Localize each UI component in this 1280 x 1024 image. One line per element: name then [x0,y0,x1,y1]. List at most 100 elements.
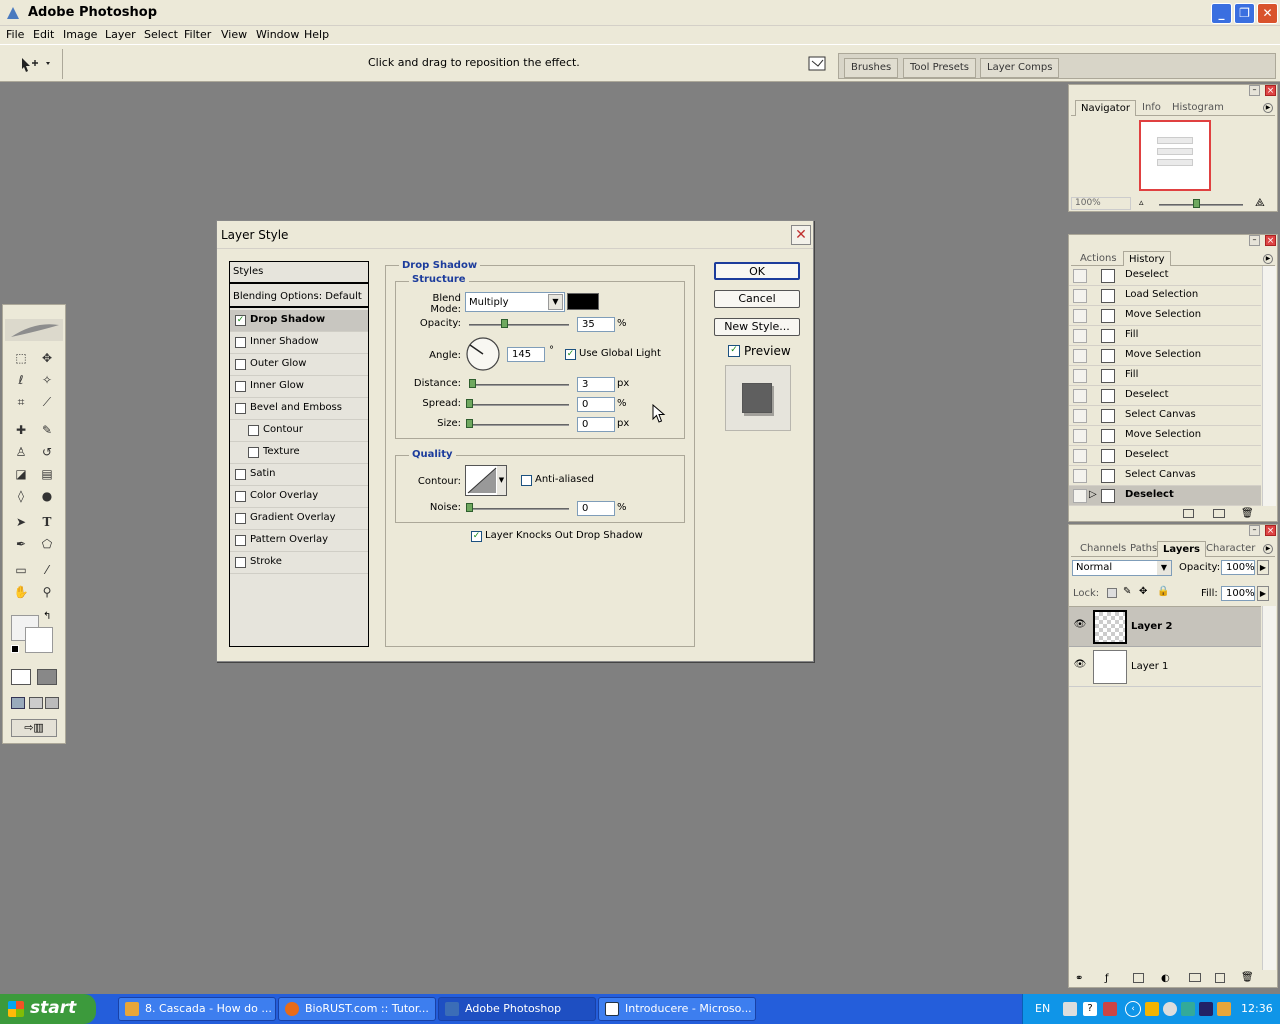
zoom-out-icon[interactable]: ▵ [1139,198,1144,208]
style-item-inner-glow[interactable]: Inner Glow [230,376,368,398]
start-button[interactable]: start [0,994,96,1024]
new-layer-icon[interactable] [1215,973,1225,983]
close-window-button[interactable]: ✕ [1257,3,1278,24]
healing-brush-tool-icon[interactable]: ✚ [11,421,31,439]
history-item[interactable]: Fill [1069,326,1261,346]
spread-slider-thumb[interactable] [466,399,473,408]
well-tab-layer-comps[interactable]: Layer Comps [980,58,1060,78]
standard-mode-icon[interactable] [11,669,31,685]
preview-checkbox[interactable]: ✓ [728,345,740,357]
full-screen-menu-mode-icon[interactable] [29,697,43,709]
menu-edit[interactable]: Edit [33,28,54,41]
styles-header[interactable]: Styles [230,262,368,284]
contour-dropdown-icon[interactable]: ▼ [497,466,506,495]
lasso-tool-icon[interactable]: ℓ [11,371,31,389]
background-color-swatch[interactable] [25,627,53,653]
blending-options-item[interactable]: Blending Options: Default [230,286,368,308]
gradient-overlay-checkbox[interactable] [235,513,246,524]
tab-history[interactable]: History [1123,251,1171,267]
layer-fill-field[interactable]: 100% [1221,586,1255,601]
opacity-field[interactable]: 35 [577,317,615,332]
panel-minimize-icon[interactable]: – [1249,525,1260,536]
well-tab-brushes[interactable]: Brushes [844,58,899,78]
menu-select[interactable]: Select [144,28,178,41]
pattern-overlay-checkbox[interactable] [235,535,246,546]
style-item-contour[interactable]: Contour [230,420,368,442]
eye-icon[interactable]: 👁 [1073,619,1087,633]
panel-close-icon[interactable]: × [1265,235,1276,246]
size-slider[interactable] [469,424,569,426]
tab-channels[interactable]: Channels [1075,541,1131,557]
style-item-drop-shadow[interactable]: ✓ Drop Shadow [230,310,368,332]
inner-glow-checkbox[interactable] [235,381,246,392]
tab-navigator[interactable]: Navigator [1075,100,1136,116]
hand-tool-icon[interactable]: ✋ [11,583,31,601]
blend-mode-select[interactable]: Normal ▼ [1072,560,1172,576]
history-item[interactable]: Load Selection [1069,286,1261,306]
zoom-in-icon[interactable]: ⟁ [1255,196,1265,210]
tray-icon[interactable] [1163,1002,1177,1016]
panel-menu-icon[interactable]: ▶ [1263,103,1273,113]
brush-tool-icon[interactable]: ✎ [37,421,57,439]
ok-button[interactable]: OK [714,262,800,280]
stroke-checkbox[interactable] [235,557,246,568]
navigator-zoom-slider[interactable] [1159,204,1243,206]
move-tool-icon[interactable]: ✥ [37,349,57,367]
style-item-color-overlay[interactable]: Color Overlay [230,486,368,508]
adjustment-layer-icon[interactable]: ◐ [1161,973,1170,984]
tray-icon[interactable] [1145,1002,1159,1016]
language-indicator[interactable]: EN [1035,1002,1050,1015]
slice-tool-icon[interactable]: ⟋ [37,393,57,411]
noise-field[interactable]: 0 [577,501,615,516]
zoom-tool-icon[interactable]: ⚲ [37,583,57,601]
marquee-tool-icon[interactable]: ⬚ [11,349,31,367]
shadow-blend-mode-select[interactable]: Multiply ▼ [465,292,565,312]
minimize-button[interactable]: _ [1211,3,1232,24]
style-item-texture[interactable]: Texture [230,442,368,464]
layer-style-icon[interactable]: ƒ [1105,973,1109,984]
move-tool-preset-icon[interactable] [18,54,54,74]
eye-icon[interactable]: 👁 [1073,659,1087,673]
history-item[interactable]: Move Selection [1069,346,1261,366]
history-item[interactable]: Move Selection [1069,306,1261,326]
distance-slider[interactable] [469,384,569,386]
menu-view[interactable]: View [221,28,247,41]
outer-glow-checkbox[interactable] [235,359,246,370]
dialog-close-button[interactable]: ✕ [791,225,811,245]
taskbar-item-active[interactable]: Adobe Photoshop [438,997,596,1021]
notes-tool-icon[interactable]: ▭ [11,561,31,579]
history-item[interactable]: Select Canvas [1069,466,1261,486]
lock-position-icon[interactable]: ✥ [1139,586,1147,597]
anti-aliased-checkbox[interactable] [521,475,532,486]
dodge-tool-icon[interactable]: ● [37,487,57,505]
help-tray-icon[interactable]: ? [1083,1002,1097,1016]
tray-icon[interactable] [1181,1002,1195,1016]
new-style-button[interactable]: New Style... [714,318,800,336]
lock-all-icon[interactable]: 🔒 [1157,586,1169,597]
tray-icon[interactable] [1063,1002,1077,1016]
history-item[interactable]: Deselect [1069,446,1261,466]
palette-well-icon[interactable] [806,53,830,75]
menu-window[interactable]: Window [256,28,299,41]
menu-layer[interactable]: Layer [105,28,136,41]
angle-field[interactable]: 145 [507,347,545,362]
texture-checkbox[interactable] [248,447,259,458]
layer-knocks-out-checkbox[interactable]: ✓ [471,531,482,542]
inner-shadow-checkbox[interactable] [235,337,246,348]
style-item-outer-glow[interactable]: Outer Glow [230,354,368,376]
panel-minimize-icon[interactable]: – [1249,235,1260,246]
satin-checkbox[interactable] [235,469,246,480]
opacity-slider[interactable] [469,324,569,326]
link-layers-icon[interactable]: ⚭ [1075,973,1083,984]
fill-arrow-icon[interactable]: ▶ [1257,586,1269,601]
delete-state-icon[interactable]: 🗑 [1241,508,1254,519]
bevel-emboss-checkbox[interactable] [235,403,246,414]
taskbar-item[interactable]: 8. Cascada - How do ... [118,997,276,1021]
restore-button[interactable]: ❐ [1234,3,1255,24]
tab-character[interactable]: Character [1201,541,1259,557]
tab-layers[interactable]: Layers [1157,541,1206,557]
style-item-stroke[interactable]: Stroke [230,552,368,574]
panel-close-icon[interactable]: × [1265,525,1276,536]
spread-field[interactable]: 0 [577,397,615,412]
panel-close-icon[interactable]: × [1265,85,1276,96]
